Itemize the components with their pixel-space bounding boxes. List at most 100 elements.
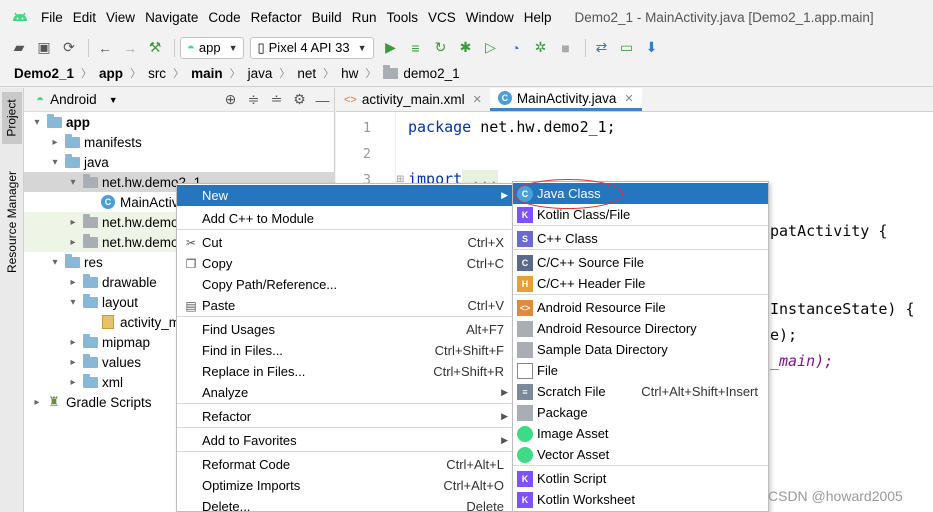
device-manager-icon[interactable]: ▭ <box>616 37 638 59</box>
breadcrumb-item-src[interactable]: src <box>148 66 166 81</box>
chevron-down-icon[interactable]: ▼ <box>109 95 118 105</box>
project-view-selector[interactable]: Android <box>50 92 97 107</box>
context-menu-item-paste[interactable]: ▤ Paste Ctrl+V <box>177 295 512 316</box>
device-selector[interactable]: ▯ Pixel 4 API 33 ▼ <box>250 36 374 59</box>
chevron-down-icon[interactable]: ▾ <box>66 297 80 308</box>
tree-item[interactable]: ▾ app <box>24 112 335 132</box>
new-submenu-item-scratch-file[interactable]: ≡ Scratch File Ctrl+Alt+Shift+Insert <box>513 381 768 402</box>
menu-window[interactable]: Window <box>461 10 519 25</box>
hide-icon[interactable]: — <box>311 92 334 108</box>
settings-gear-icon[interactable]: ⚙ <box>288 91 311 108</box>
menu-run[interactable]: Run <box>347 10 382 25</box>
back-arrow-icon[interactable]: ← <box>94 37 116 59</box>
menu-tools[interactable]: Tools <box>381 10 423 25</box>
debug-icon[interactable]: ✱ <box>455 37 477 59</box>
chevron-down-icon[interactable]: ▾ <box>30 117 44 128</box>
expand-all-icon[interactable]: ≑ <box>242 91 265 108</box>
breadcrumb-item-hw[interactable]: hw <box>341 66 358 81</box>
new-submenu-item-package[interactable]: Package <box>513 402 768 423</box>
context-menu-item-find-usages[interactable]: Find Usages Alt+F7 <box>177 319 512 340</box>
module-selector[interactable]: ◓ app ▼ <box>180 36 245 59</box>
context-menu-item-add-c-to-module[interactable]: Add C++ to Module <box>177 208 512 229</box>
menu-build[interactable]: Build <box>307 10 347 25</box>
chevron-right-icon[interactable]: ▸ <box>66 357 80 368</box>
context-menu-item-refactor[interactable]: Refactor ▶ <box>177 406 512 427</box>
context-menu-item-delete[interactable]: Delete... Delete <box>177 496 512 512</box>
new-submenu-item-kotlin-worksheet[interactable]: K Kotlin Worksheet <box>513 489 768 510</box>
chevron-right-icon[interactable]: ▸ <box>66 217 80 228</box>
new-submenu-item-file[interactable]: File <box>513 360 768 381</box>
apply-code-changes-icon[interactable]: ↻ <box>430 37 452 59</box>
breadcrumb-item-demo2-1[interactable]: demo2_1 <box>403 66 459 81</box>
chevron-right-icon[interactable]: ▸ <box>66 237 80 248</box>
context-menu-item-cut[interactable]: ✂ Cut Ctrl+X <box>177 232 512 253</box>
context-menu-item-label: Delete... <box>202 499 251 512</box>
breadcrumb-item-java[interactable]: java <box>248 66 273 81</box>
close-icon[interactable]: ✕ <box>624 92 633 105</box>
project-tool-tab[interactable]: Project <box>2 92 22 144</box>
new-submenu-item-image-asset[interactable]: Image Asset <box>513 423 768 444</box>
collapse-all-icon[interactable]: ≐ <box>265 91 288 108</box>
run-icon[interactable]: ▶ <box>380 37 402 59</box>
close-icon[interactable]: ✕ <box>473 93 482 106</box>
breadcrumb-item-main[interactable]: main <box>191 66 223 81</box>
build-hammer-icon[interactable]: ⚒ <box>144 37 166 59</box>
new-submenu-item-c-c-header-file[interactable]: H C/C++ Header File <box>513 273 768 294</box>
chevron-right-icon[interactable]: ▸ <box>30 397 44 408</box>
menu-vcs[interactable]: VCS <box>423 10 461 25</box>
context-menu-item-find-in-files[interactable]: Find in Files... Ctrl+Shift+F <box>177 340 512 361</box>
profile-icon[interactable]: ◔ <box>505 37 527 59</box>
menu-edit[interactable]: Edit <box>68 10 101 25</box>
coverage-icon[interactable]: ▷ <box>480 37 502 59</box>
new-submenu-item-c-c-source-file[interactable]: C C/C++ Source File <box>513 252 768 273</box>
context-menu-item-copy-path-reference[interactable]: Copy Path/Reference... <box>177 274 512 295</box>
breadcrumb-item-net[interactable]: net <box>297 66 316 81</box>
gradle-sync-icon[interactable]: ⇄ <box>591 37 613 59</box>
tree-item[interactable]: ▾ java <box>24 152 335 172</box>
menu-help[interactable]: Help <box>519 10 557 25</box>
new-submenu-item-android-resource-directory[interactable]: Android Resource Directory <box>513 318 768 339</box>
new-submenu-item-kotlin-script[interactable]: K Kotlin Script <box>513 468 768 489</box>
forward-arrow-icon[interactable]: → <box>119 37 141 59</box>
tree-item[interactable]: ▸ manifests <box>24 132 335 152</box>
chevron-right-icon[interactable]: ▸ <box>48 137 62 148</box>
resource-manager-tool-tab[interactable]: Resource Manager <box>2 166 22 278</box>
new-submenu-item-c-class[interactable]: S C++ Class <box>513 228 768 249</box>
sync-icon[interactable]: ⟳ <box>58 37 80 59</box>
locate-icon[interactable]: ⊕ <box>219 91 242 108</box>
menu-navigate[interactable]: Navigate <box>140 10 203 25</box>
chevron-down-icon[interactable]: ▾ <box>48 157 62 168</box>
open-folder-icon[interactable]: ▰ <box>8 37 30 59</box>
new-submenu-item-java-class[interactable]: C Java Class <box>513 183 768 204</box>
menu-refactor[interactable]: Refactor <box>246 10 307 25</box>
apply-changes-icon[interactable]: ≡ <box>405 37 427 59</box>
tab-activity-main-xml[interactable]: <> activity_main.xml ✕ <box>336 88 490 111</box>
context-menu-item-copy[interactable]: ❐ Copy Ctrl+C <box>177 253 512 274</box>
chevron-right-icon[interactable]: ▸ <box>66 377 80 388</box>
tab-mainactivity-java[interactable]: C MainActivity.java ✕ <box>489 88 642 111</box>
chevron-down-icon[interactable]: ▾ <box>48 257 62 268</box>
menu-code[interactable]: Code <box>203 10 245 25</box>
context-menu-item-new[interactable]: New ▶ <box>177 185 512 206</box>
new-submenu-item-kotlin-class-file[interactable]: K Kotlin Class/File <box>513 204 768 225</box>
new-submenu-item-android-resource-file[interactable]: <> Android Resource File <box>513 297 768 318</box>
chevron-right-icon[interactable]: ▸ <box>66 277 80 288</box>
menu-view[interactable]: View <box>101 10 140 25</box>
new-submenu-item-vector-asset[interactable]: Vector Asset <box>513 444 768 465</box>
breadcrumb-item-project[interactable]: Demo2_1 <box>14 66 74 81</box>
chevron-down-icon[interactable]: ▾ <box>66 177 80 188</box>
save-icon[interactable]: ▣ <box>33 37 55 59</box>
menu-file[interactable]: File <box>36 10 68 25</box>
context-menu-item-optimize-imports[interactable]: Optimize Imports Ctrl+Alt+O <box>177 475 512 496</box>
code-line-1: package net.hw.demo2_1; <box>408 118 616 136</box>
context-menu-item-replace-in-files[interactable]: Replace in Files... Ctrl+Shift+R <box>177 361 512 382</box>
context-menu-item-analyze[interactable]: Analyze ▶ <box>177 382 512 403</box>
chevron-right-icon[interactable]: ▸ <box>66 337 80 348</box>
attach-debugger-icon[interactable]: ✲ <box>530 37 552 59</box>
new-submenu-item-sample-data-directory[interactable]: Sample Data Directory <box>513 339 768 360</box>
context-menu-item-add-to-favorites[interactable]: Add to Favorites ▶ <box>177 430 512 451</box>
context-menu-item-reformat-code[interactable]: Reformat Code Ctrl+Alt+L <box>177 454 512 475</box>
stop-icon[interactable]: ■ <box>555 37 577 59</box>
breadcrumb-item-app[interactable]: app <box>99 66 123 81</box>
sdk-manager-icon[interactable]: ⬇ <box>641 37 663 59</box>
